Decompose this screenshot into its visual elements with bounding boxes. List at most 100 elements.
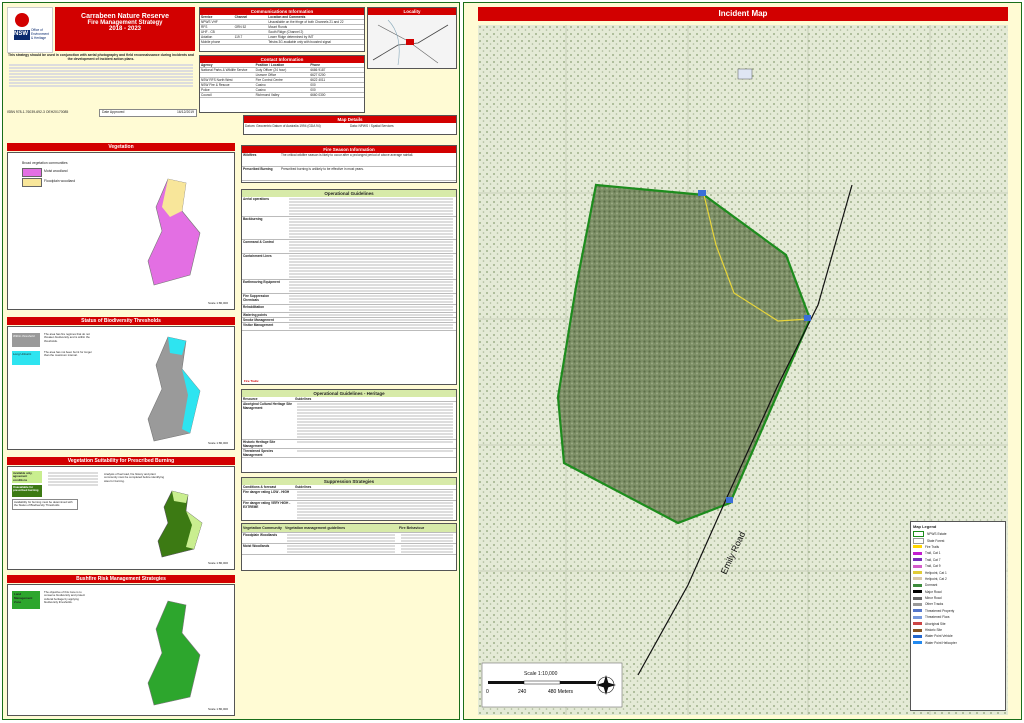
biodiversity-swatch-within: Within threshold (12, 333, 40, 347)
text-line (297, 430, 453, 432)
row-guidelines (294, 440, 456, 448)
row-guidelines (294, 490, 456, 500)
legend-swatch (913, 634, 922, 638)
legend-label: Minor Road (925, 596, 942, 601)
suitability-desc (46, 471, 100, 487)
legend-swatch (913, 628, 922, 632)
text-line (401, 537, 453, 539)
map-legend-title: Map Legend (913, 524, 937, 529)
text-line (289, 295, 453, 297)
table-row: Aboriginal Cultural Heritage Site Manage… (242, 402, 456, 440)
text-line (289, 267, 453, 269)
water-point-marker[interactable] (726, 497, 733, 503)
bushfire-zone-desc: The objective of this zone is to conserv… (44, 590, 85, 605)
table-row: Historic Heritage Site Management (242, 440, 456, 449)
text-line (289, 319, 453, 321)
text-line (289, 207, 453, 209)
table-row: Council Richmond Valley 6660 0300 (200, 93, 364, 98)
row-label: Aboriginal Cultural Heritage Site Manage… (243, 402, 293, 410)
table-row: Aerial operations (242, 197, 456, 217)
map-details-box: Map Details Datum: Geocentric Datum of A… (243, 115, 457, 135)
text-line (289, 255, 453, 257)
text-line (289, 306, 453, 308)
table-row: Threatened Species Management (242, 449, 456, 458)
text-line (297, 415, 453, 417)
text-line (401, 545, 453, 547)
bushfire-risk-map (147, 600, 201, 706)
fire-season-box: Fire Season Information Wildfires The cr… (241, 145, 457, 183)
veg-management-rows: Floodplain Woodlands Moist Woodlands (242, 533, 456, 555)
text-line (289, 241, 453, 243)
biodiversity-desc-within: The area has fire regimes that do not th… (44, 332, 90, 343)
legend-label: Dormant (925, 583, 938, 588)
bushfire-risk-box: Land Management Zone The objective of th… (7, 584, 235, 716)
office-label: Office of Environment & Heritage (31, 28, 49, 40)
legend-swatch (913, 577, 922, 581)
suitability-swatch-available: Available only, agreement conditions (12, 471, 42, 483)
logo: NSW Office of Environment & Heritage (7, 7, 53, 53)
text-line (297, 497, 453, 499)
operational-box: Operational Guidelines Aerial operations… (241, 189, 457, 385)
row-guidelines (286, 305, 456, 312)
row-label: Threatened Species Management (243, 449, 274, 457)
fire-strategy-panel: NSW Office of Environment & Heritage Car… (2, 2, 460, 720)
row-guidelines (284, 533, 398, 543)
suitability-map (157, 490, 203, 558)
suitability-box: Available only, agreement conditions Una… (7, 466, 235, 570)
text-line (297, 406, 453, 408)
text-line (401, 540, 453, 542)
text-line (297, 427, 453, 429)
table-row: Backburning (242, 217, 456, 240)
row-label: Containment Lines (243, 254, 272, 258)
map-details-title: Map Details (244, 116, 456, 123)
communications-box: Communications Information Service Chann… (199, 7, 365, 52)
text-line (297, 421, 453, 423)
bushfire-zone-swatch: Land Management Zone (12, 591, 40, 609)
row-label: Watering points (243, 313, 267, 317)
text-line (289, 290, 453, 292)
table-row: Mobile phone Telstra 3G available only wi… (200, 40, 364, 45)
text-line (289, 244, 453, 246)
table-row: Fire danger rating VERY HIGH - EXTREME (242, 501, 456, 520)
vegetation-swatch-moist (22, 168, 42, 177)
vegetation-title: Vegetation (7, 143, 235, 151)
gate-marker[interactable] (698, 190, 706, 196)
legend-label: Threatened Property (925, 608, 955, 613)
text-line (289, 227, 453, 229)
suppression-box: Suppression Strategies Conditions & fore… (241, 477, 457, 521)
text-line (289, 230, 453, 232)
operational-footer: Fire Trails: (244, 379, 260, 383)
text-line (287, 534, 395, 536)
row-guidelines (294, 449, 456, 457)
row-guidelines (284, 544, 398, 554)
text-line (289, 270, 453, 272)
legend-swatch (913, 615, 922, 619)
table-row: Fire Suppression Chemicals (242, 294, 456, 305)
text-line (289, 273, 453, 275)
locality-title: Locality (368, 8, 456, 15)
text-line (289, 264, 453, 266)
text-line (289, 233, 453, 235)
suitability-analysis-note: Analysis of fuel load, fire history and … (104, 472, 165, 483)
legend-label: Trail, Cat 7 (925, 557, 941, 562)
text-line (297, 505, 453, 507)
communications-title: Communications Information (200, 8, 364, 15)
page-years: 2018 - 2023 (108, 26, 142, 32)
legend-label: Trail, Cat 1 (925, 551, 941, 556)
text-line (297, 450, 453, 452)
water-point-marker[interactable] (804, 315, 811, 321)
legend-swatch (913, 641, 922, 645)
text-line (289, 204, 453, 206)
text-line (289, 236, 453, 238)
text-line (289, 284, 453, 286)
table-row: Earthmoving Equipment (242, 280, 456, 294)
heritage-box: Operational Guidelines - Heritage Resour… (241, 389, 457, 473)
row-label: Command & Control (243, 240, 274, 244)
row-guidelines (294, 402, 456, 439)
text-line (297, 441, 453, 443)
row-guidelines (286, 217, 456, 239)
building-marker[interactable] (737, 68, 753, 80)
legend-swatch (913, 551, 922, 555)
row-guidelines (286, 294, 456, 304)
legend-swatch (913, 564, 922, 568)
